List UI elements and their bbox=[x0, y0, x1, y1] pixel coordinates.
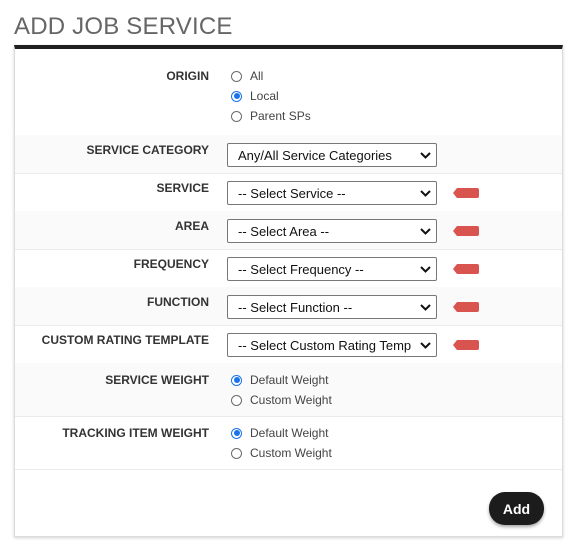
area-value: -- Select Area -- bbox=[238, 223, 330, 239]
custom-rating-template-select[interactable]: -- Select Custom Rating Temp bbox=[227, 333, 437, 357]
required-flag-icon bbox=[453, 302, 479, 312]
origin-row: ORIGIN All Local Parent SPs bbox=[15, 49, 562, 136]
service-category-label: SERVICE CATEGORY bbox=[86, 143, 209, 157]
custom-rating-template-value: -- Select Custom Rating Temp bbox=[238, 337, 412, 353]
chevron-down-icon bbox=[414, 189, 436, 197]
area-row: AREA -- Select Area -- bbox=[15, 211, 562, 250]
service-row: SERVICE -- Select Service -- bbox=[15, 173, 562, 212]
origin-radio-local[interactable]: Local bbox=[231, 89, 279, 103]
frequency-select[interactable]: -- Select Frequency -- bbox=[227, 257, 437, 281]
radio-selected-icon[interactable] bbox=[231, 374, 242, 386]
frequency-value: -- Select Frequency -- bbox=[238, 261, 364, 277]
tracking-item-weight-label: TRACKING ITEM WEIGHT bbox=[62, 426, 209, 440]
tracking-item-weight-row: TRACKING ITEM WEIGHT Default Weight Cust… bbox=[15, 416, 562, 470]
radio-icon[interactable] bbox=[231, 394, 242, 406]
chevron-down-icon bbox=[414, 227, 436, 235]
service-category-value: Any/All Service Categories bbox=[238, 147, 392, 163]
service-weight-radio-custom[interactable]: Custom Weight bbox=[231, 393, 332, 407]
function-row: FUNCTION -- Select Function -- bbox=[15, 287, 562, 326]
custom-rating-template-row: CUSTOM RATING TEMPLATE -- Select Custom … bbox=[15, 325, 562, 364]
radio-selected-icon[interactable] bbox=[231, 90, 242, 102]
page-title: ADD JOB SERVICE bbox=[14, 13, 233, 40]
origin-option-parent-sps-label: Parent SPs bbox=[250, 109, 311, 123]
chevron-down-icon bbox=[414, 341, 436, 349]
origin-option-local-label: Local bbox=[250, 89, 279, 103]
tracking-item-weight-default-label: Default Weight bbox=[250, 426, 329, 440]
function-label: FUNCTION bbox=[147, 295, 209, 309]
add-button[interactable]: Add bbox=[489, 492, 544, 525]
radio-icon[interactable] bbox=[231, 70, 242, 82]
service-label: SERVICE bbox=[156, 181, 209, 195]
service-weight-radio-default[interactable]: Default Weight bbox=[231, 373, 329, 387]
tracking-item-weight-radio-default[interactable]: Default Weight bbox=[231, 426, 329, 440]
radio-icon[interactable] bbox=[231, 110, 242, 122]
origin-label: ORIGIN bbox=[166, 69, 209, 83]
chevron-down-icon bbox=[414, 151, 436, 159]
custom-rating-template-label: CUSTOM RATING TEMPLATE bbox=[41, 333, 209, 347]
area-label: AREA bbox=[174, 219, 209, 233]
function-select[interactable]: -- Select Function -- bbox=[227, 295, 437, 319]
chevron-down-icon bbox=[414, 303, 436, 311]
area-select[interactable]: -- Select Area -- bbox=[227, 219, 437, 243]
tracking-item-weight-radio-custom[interactable]: Custom Weight bbox=[231, 446, 332, 460]
radio-selected-icon[interactable] bbox=[231, 427, 242, 439]
required-flag-icon bbox=[453, 264, 479, 274]
required-flag-icon bbox=[453, 226, 479, 236]
service-select[interactable]: -- Select Service -- bbox=[227, 181, 437, 205]
service-weight-default-label: Default Weight bbox=[250, 373, 329, 387]
origin-option-all-label: All bbox=[250, 69, 264, 83]
add-job-service-form: ORIGIN All Local Parent SPs SERVICE CATE… bbox=[14, 45, 563, 537]
service-weight-custom-label: Custom Weight bbox=[250, 393, 332, 407]
chevron-down-icon bbox=[414, 265, 436, 273]
service-category-row: SERVICE CATEGORY Any/All Service Categor… bbox=[15, 135, 562, 174]
radio-icon[interactable] bbox=[231, 447, 242, 459]
tracking-item-weight-custom-label: Custom Weight bbox=[250, 446, 332, 460]
origin-radio-parent-sps[interactable]: Parent SPs bbox=[231, 109, 311, 123]
required-flag-icon bbox=[453, 340, 479, 350]
frequency-row: FREQUENCY -- Select Frequency -- bbox=[15, 249, 562, 288]
function-value: -- Select Function -- bbox=[238, 299, 353, 315]
service-weight-row: SERVICE WEIGHT Default Weight Custom Wei… bbox=[15, 363, 562, 417]
required-flag-icon bbox=[453, 188, 479, 198]
service-value: -- Select Service -- bbox=[238, 185, 346, 201]
origin-radio-all[interactable]: All bbox=[231, 69, 263, 83]
service-category-select[interactable]: Any/All Service Categories bbox=[227, 143, 437, 167]
frequency-label: FREQUENCY bbox=[133, 257, 209, 271]
service-weight-label: SERVICE WEIGHT bbox=[105, 373, 209, 387]
